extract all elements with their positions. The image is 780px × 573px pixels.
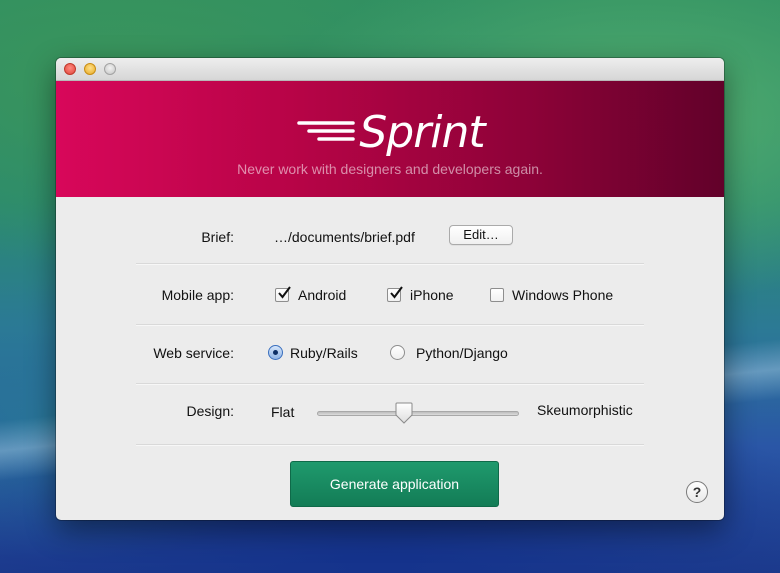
iphone-checkbox[interactable] xyxy=(387,286,403,302)
iphone-option-label[interactable]: iPhone xyxy=(410,287,454,303)
speed-lines-icon xyxy=(297,121,356,141)
checkmark-icon xyxy=(390,286,403,299)
ruby-rails-radio[interactable] xyxy=(268,345,283,360)
divider xyxy=(136,444,644,446)
tagline: Never work with designers and developers… xyxy=(237,161,543,177)
minimize-window-button[interactable] xyxy=(84,63,96,75)
windows-phone-checkbox[interactable] xyxy=(490,288,504,302)
brand-banner: Sprint Never work with designers and dev… xyxy=(56,81,724,197)
design-slider-track[interactable] xyxy=(317,411,519,416)
web-service-label: Web service: xyxy=(153,345,234,361)
logo-text: Sprint xyxy=(359,107,485,158)
design-slider-knob[interactable] xyxy=(395,402,413,424)
close-window-button[interactable] xyxy=(64,63,76,75)
slider-min-label: Flat xyxy=(271,404,295,420)
help-icon[interactable]: ? xyxy=(686,481,708,503)
slider-max-label: Skeumorphistic xyxy=(537,402,633,418)
ruby-rails-option-label[interactable]: Ruby/Rails xyxy=(290,345,358,361)
zoom-window-button[interactable] xyxy=(104,63,116,75)
divider xyxy=(136,383,644,385)
app-window: Sprint Never work with designers and dev… xyxy=(56,58,724,520)
design-label: Design: xyxy=(186,403,234,419)
android-checkbox[interactable] xyxy=(275,286,291,302)
android-option-label[interactable]: Android xyxy=(298,287,346,303)
checkmark-icon xyxy=(278,286,291,299)
divider xyxy=(136,263,644,265)
generate-application-button[interactable]: Generate application xyxy=(290,461,499,507)
brief-path: …/documents/brief.pdf xyxy=(274,229,415,245)
radio-selected-dot xyxy=(273,350,278,355)
logo: Sprint xyxy=(56,108,724,158)
mobile-app-label: Mobile app: xyxy=(161,287,234,303)
windows-phone-option-label[interactable]: Windows Phone xyxy=(512,287,613,303)
divider xyxy=(136,324,644,326)
edit-brief-button[interactable]: Edit… xyxy=(449,225,513,245)
python-django-radio[interactable] xyxy=(390,345,405,360)
settings-form: Brief: …/documents/brief.pdf Edit… Mobil… xyxy=(56,197,724,520)
brief-label: Brief: xyxy=(201,229,234,245)
python-django-option-label[interactable]: Python/Django xyxy=(416,345,508,361)
title-bar[interactable] xyxy=(56,58,724,81)
